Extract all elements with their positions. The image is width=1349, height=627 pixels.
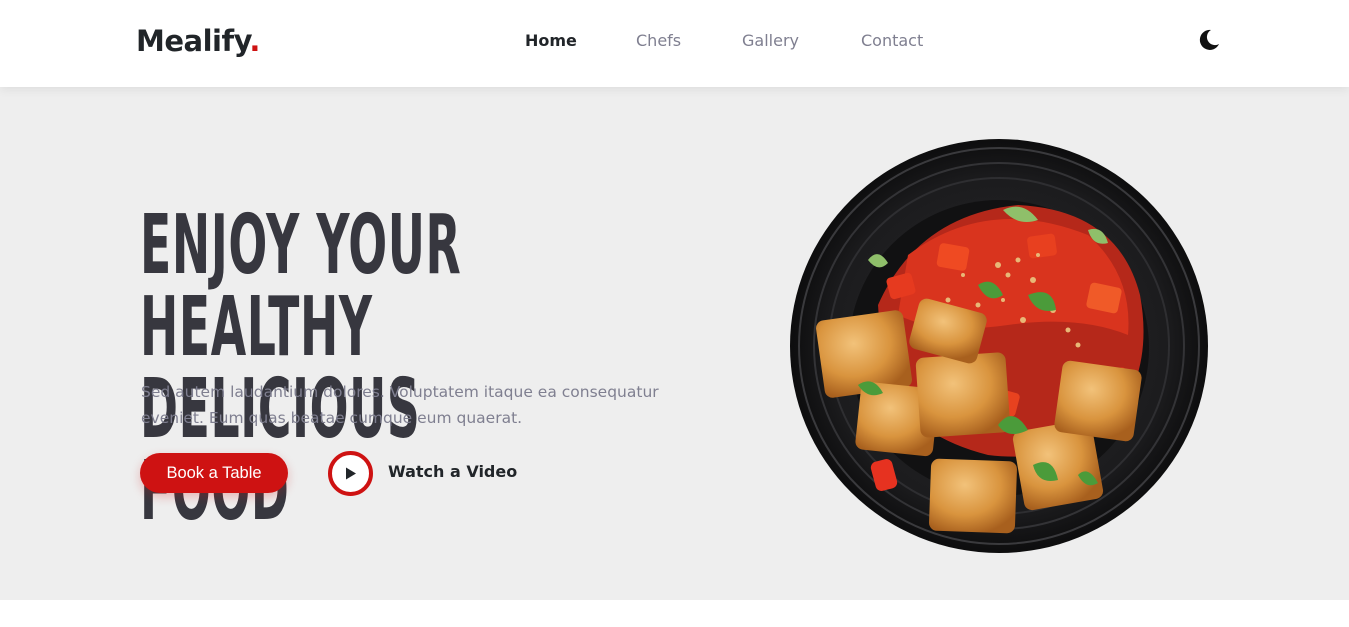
food-plate-image bbox=[788, 135, 1210, 557]
play-icon bbox=[346, 467, 356, 480]
hero-section: Enjoy Your Healthy Delicious Food Sed au… bbox=[0, 87, 1349, 600]
nav-home[interactable]: Home bbox=[525, 31, 577, 50]
watch-video-link[interactable]: Watch a Video bbox=[388, 462, 517, 481]
book-table-button[interactable]: Book a Table bbox=[140, 453, 288, 493]
nav-chefs[interactable]: Chefs bbox=[636, 31, 681, 50]
play-video-button[interactable] bbox=[328, 451, 373, 496]
hero-description: Sed autem laudantium dolores. Voluptatem… bbox=[141, 383, 659, 427]
brand-name: Mealify bbox=[136, 24, 250, 58]
site-header: Mealify. Home Chefs Gallery Contact bbox=[0, 0, 1349, 87]
nav-gallery[interactable]: Gallery bbox=[742, 31, 799, 50]
brand-dot: . bbox=[249, 24, 260, 58]
moon-icon[interactable] bbox=[1196, 27, 1222, 53]
nav-contact[interactable]: Contact bbox=[861, 31, 923, 50]
hero-title-line-1: Enjoy Your Healthy bbox=[140, 198, 462, 375]
brand-logo[interactable]: Mealify. bbox=[136, 24, 260, 58]
